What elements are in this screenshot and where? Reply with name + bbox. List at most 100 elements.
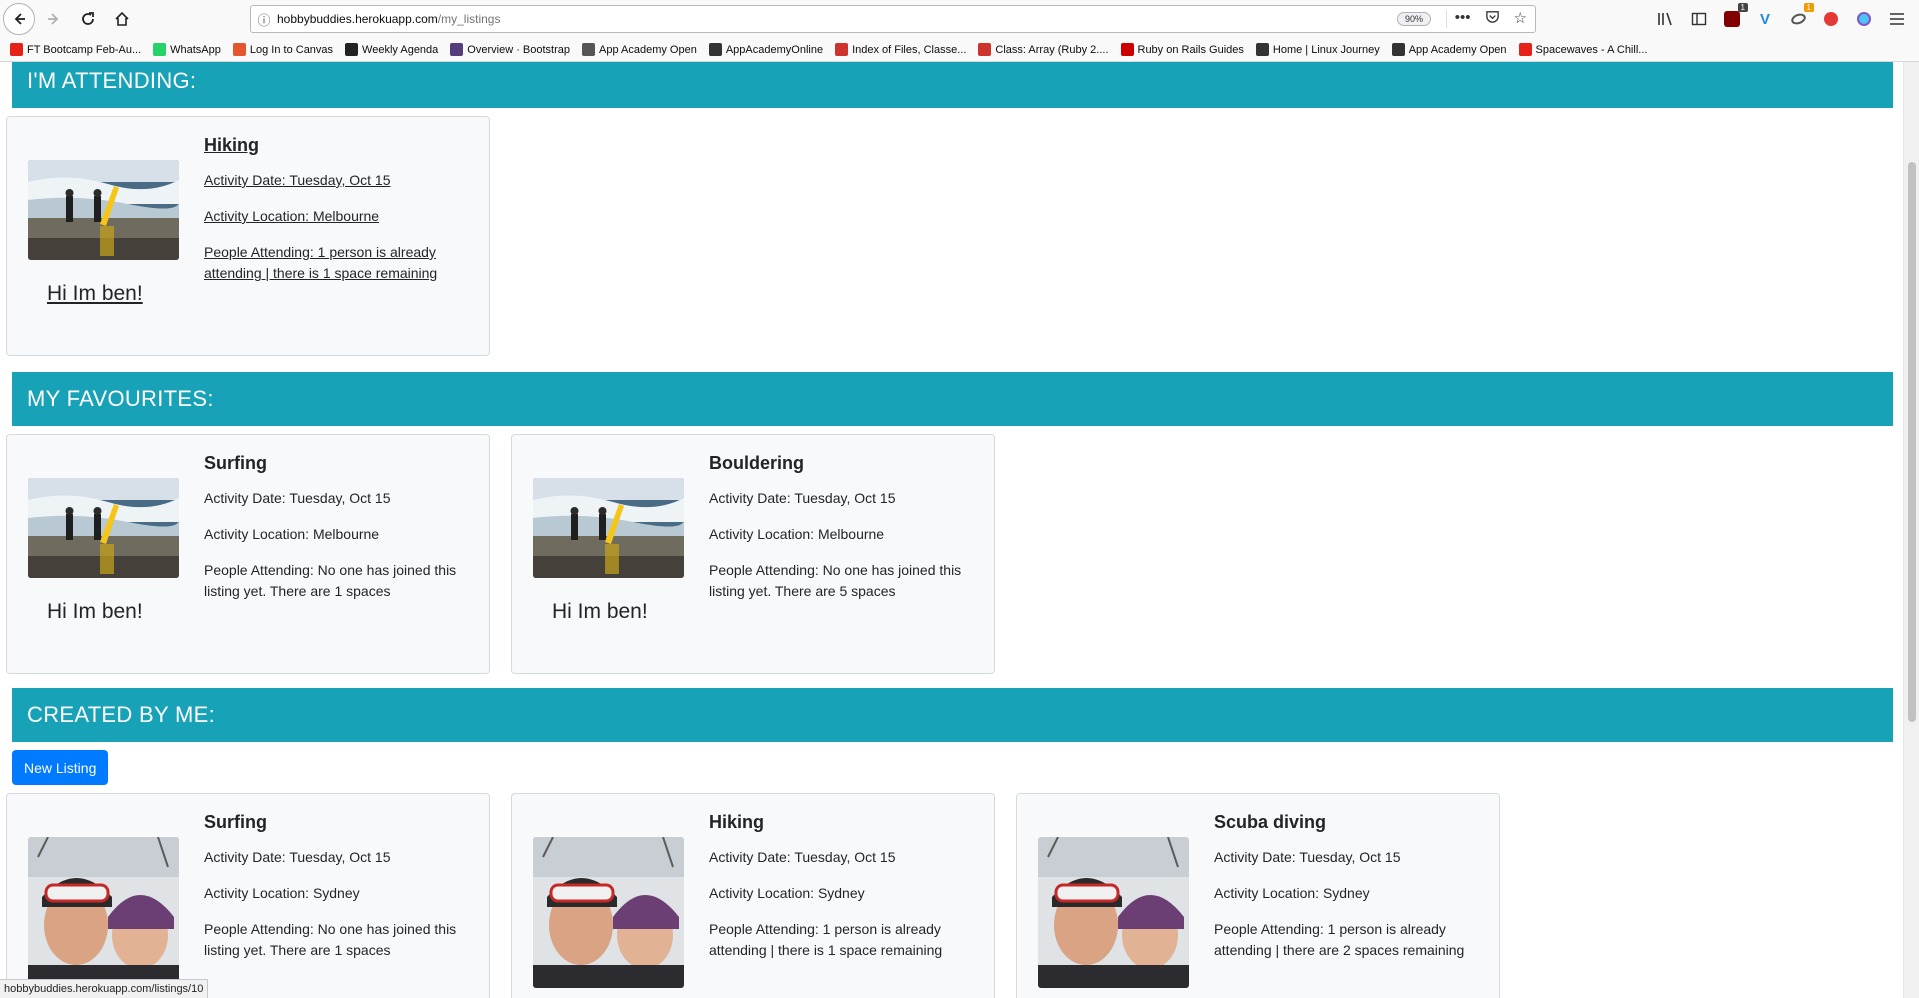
bookmark-item[interactable]: Log In to Canvas	[232, 43, 333, 56]
extension-face-icon[interactable]	[1854, 9, 1874, 29]
rails-icon	[1120, 43, 1134, 56]
bookmark-item[interactable]: Weekly Agenda	[345, 43, 438, 56]
page-content: I'M ATTENDING: Hi Im ben! Hiking Activity …	[0, 62, 1903, 998]
home-icon	[115, 11, 129, 26]
listing-details: Hiking Activity Date: Tuesday, Oct 15 Acti…	[709, 812, 969, 976]
bookmark-label: WhatsApp	[170, 43, 221, 56]
browser-tools: 1 V 1	[1656, 0, 1919, 38]
bookmark-label: Index of Files, Classe...	[852, 43, 967, 56]
listing-card[interactable]: Hiking Activity Date: Tuesday, Oct 15 Acti…	[511, 793, 995, 998]
listing-date: Activity Date: Tuesday, Oct 15	[709, 849, 896, 865]
bookmark-star-icon[interactable]: ☆	[1514, 9, 1527, 28]
listing-attendance[interactable]: People Attending: 1 person is already at…	[204, 242, 464, 284]
listing-attendance: People Attending: No one has joined this…	[204, 562, 457, 599]
listing-title: Hiking	[709, 812, 765, 832]
listing-card[interactable]: Hi Im ben! Hiking Activity Date: Tuesday, …	[6, 116, 490, 356]
bookmark-item[interactable]: Class: Array (Ruby 2....	[978, 43, 1109, 56]
bookmark-item[interactable]: App Academy Open	[1391, 43, 1507, 56]
selfie-photo	[28, 837, 179, 988]
hamburger-menu-icon[interactable]	[1887, 9, 1907, 29]
host-greeting: Hi Im ben!	[47, 600, 143, 623]
canvas-icon	[232, 43, 246, 56]
listing-date[interactable]: Activity Date: Tuesday, Oct 15	[204, 170, 464, 191]
listing-details: Bouldering Activity Date: Tuesday, Oct 15…	[709, 453, 969, 617]
listing-details: Hiking Activity Date: Tuesday, Oct 15 Acti…	[204, 135, 464, 299]
pocket-icon[interactable]	[1485, 9, 1500, 28]
forward-button[interactable]	[39, 4, 69, 34]
bookmark-label: AppAcademyOnline	[725, 43, 824, 56]
listing-date: Activity Date: Tuesday, Oct 15	[709, 490, 896, 506]
scrollbar-thumb[interactable]	[1908, 162, 1916, 722]
arrow-left-icon	[14, 13, 25, 25]
ruby-icon	[835, 43, 849, 56]
surfers-photo	[28, 160, 179, 260]
browser-toolbar: ⓘ hobbybuddies.herokuapp.com/my_listings…	[0, 0, 1919, 38]
bookmark-item[interactable]: Home | Linux Journey	[1255, 43, 1380, 56]
listing-image[interactable]	[28, 478, 179, 578]
bookmark-item[interactable]: Index of Files, Classe...	[835, 43, 966, 56]
listing-image[interactable]	[1038, 837, 1189, 988]
bookmark-item[interactable]: WhatsApp	[153, 43, 221, 56]
page-scrollbar[interactable]	[1903, 62, 1919, 998]
bookmark-item[interactable]: App Academy Open	[582, 43, 697, 56]
surfers-photo	[533, 478, 684, 578]
listing-location[interactable]: Activity Location: Melbourne	[204, 206, 464, 227]
listing-title: Bouldering	[709, 453, 804, 473]
zoom-indicator[interactable]: 90%	[1396, 12, 1431, 26]
bookmark-label: Spacewaves - A Chill...	[1535, 43, 1648, 56]
listing-card[interactable]: Hi Im ben! Surfing Activity Date: Tuesday,…	[6, 434, 490, 674]
ruby-icon	[978, 43, 992, 56]
listing-card[interactable]: Surfing Activity Date: Tuesday, Oct 15 Act…	[6, 793, 490, 998]
extension-v-icon[interactable]: V	[1755, 9, 1775, 29]
globe-icon	[582, 43, 595, 56]
listing-details: Scuba diving Activity Date: Tuesday, Oct …	[1214, 812, 1474, 976]
url-separator	[1446, 10, 1447, 28]
host-greeting[interactable]: Hi Im ben!	[47, 282, 143, 306]
bookmark-label: Overview · Bootstrap	[467, 43, 570, 56]
reload-icon	[82, 12, 94, 25]
listing-title: Surfing	[204, 453, 267, 473]
listing-image[interactable]	[28, 160, 179, 260]
bootstrap-icon	[450, 43, 464, 56]
listing-image[interactable]	[28, 837, 179, 988]
extension-badge: 1	[1803, 3, 1814, 12]
listing-location: Activity Location: Sydney	[1214, 885, 1370, 901]
listing-image[interactable]	[533, 478, 684, 578]
bookmark-label: Ruby on Rails Guides	[1137, 43, 1244, 56]
bookmark-item[interactable]: AppAcademyOnline	[708, 43, 824, 56]
listing-title[interactable]: Hiking	[204, 135, 464, 156]
ublock-icon[interactable]: 1	[1722, 3, 1748, 29]
listing-title: Surfing	[204, 812, 267, 832]
listing-details: Surfing Activity Date: Tuesday, Oct 15 Act…	[204, 812, 464, 976]
reload-button[interactable]	[73, 4, 103, 34]
bookmark-label: App Academy Open	[599, 43, 697, 56]
home-button[interactable]	[107, 4, 137, 34]
listing-location: Activity Location: Sydney	[709, 885, 865, 901]
youtube-icon	[1518, 43, 1532, 56]
listing-card[interactable]: Hi Im ben! Bouldering Activity Date: Tuesd…	[511, 434, 995, 674]
bookmark-item[interactable]: FT Bootcamp Feb-Au...	[10, 43, 141, 56]
listing-image[interactable]	[533, 837, 684, 988]
new-listing-button[interactable]: New Listing	[12, 750, 109, 785]
back-button[interactable]	[3, 3, 35, 35]
listing-attendance: People Attending: No one has joined this…	[709, 562, 962, 599]
url-bar[interactable]: ⓘ hobbybuddies.herokuapp.com/my_listings…	[250, 5, 1536, 33]
section-created-heading: CREATED BY ME:	[12, 688, 1893, 742]
listing-date: Activity Date: Tuesday, Oct 15	[1214, 849, 1401, 865]
appacademy-icon	[1391, 43, 1405, 56]
more-actions-icon[interactable]: •••	[1455, 9, 1471, 28]
tomato-timer-icon[interactable]	[1821, 9, 1841, 29]
linux-icon	[1255, 43, 1269, 56]
sidebar-icon[interactable]	[1689, 9, 1709, 29]
bookmark-item[interactable]: Overview · Bootstrap	[450, 43, 570, 56]
bookmark-item[interactable]: Spacewaves - A Chill...	[1518, 43, 1648, 56]
extension-planet-icon[interactable]: 1	[1788, 3, 1814, 29]
bookmark-item[interactable]: Ruby on Rails Guides	[1120, 43, 1244, 56]
listing-attendance: People Attending: 1 person is already at…	[709, 921, 943, 958]
bookmarks-bar: FT Bootcamp Feb-Au... WhatsApp Log In to C…	[0, 38, 1919, 62]
library-icon[interactable]	[1656, 9, 1676, 29]
whatsapp-icon	[153, 43, 167, 56]
info-icon[interactable]: ⓘ	[251, 10, 277, 29]
surfers-photo	[28, 478, 179, 578]
listing-card[interactable]: Scuba diving Activity Date: Tuesday, Oct …	[1016, 793, 1500, 998]
